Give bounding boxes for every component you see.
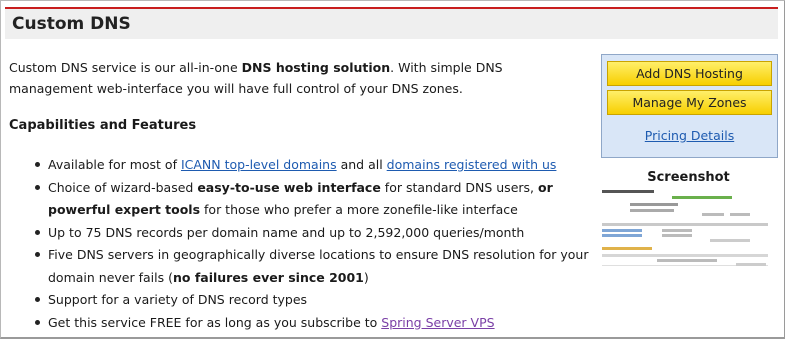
sidebar-actions: Add DNS Hosting Manage My Zones Pricing … xyxy=(601,54,778,158)
bullet-icon xyxy=(35,319,40,325)
item4-bold: no failures ever since 2001 xyxy=(172,269,364,285)
screenshot-thumbnail[interactable] xyxy=(602,187,768,266)
icann-tld-link[interactable]: ICANN top-level domains xyxy=(181,157,337,172)
thumb-line xyxy=(736,263,766,266)
thumb-line xyxy=(602,223,768,226)
bullet-icon xyxy=(35,162,40,167)
add-dns-hosting-button[interactable]: Add DNS Hosting xyxy=(607,61,772,86)
thumb-line xyxy=(602,234,642,237)
pricing-details-link[interactable]: Pricing Details xyxy=(645,128,734,143)
item2-bold1: easy-to-use web interface xyxy=(197,179,381,195)
item2-post: for those who prefer a more zonefile-lik… xyxy=(200,202,518,217)
list-item: Choice of wizard-based easy-to-use web i… xyxy=(9,177,594,222)
bullet-icon xyxy=(35,184,40,190)
thumb-line xyxy=(662,234,692,237)
bullet-icon xyxy=(35,297,40,302)
item2-mid: for standard DNS users, xyxy=(380,179,538,195)
list-item: Up to 75 DNS records per domain name and… xyxy=(9,222,594,245)
spring-server-vps-link[interactable]: Spring Server VPS xyxy=(381,315,494,330)
thumb-line xyxy=(657,259,717,262)
thumb-line xyxy=(602,229,642,232)
page-title: Custom DNS xyxy=(12,14,131,34)
manage-zones-button[interactable]: Manage My Zones xyxy=(607,90,772,115)
intro-text-1: Custom DNS service is our all-in-one xyxy=(9,60,242,75)
thumb-line xyxy=(630,203,678,206)
thumb-line xyxy=(602,247,652,250)
intro-bold: DNS hosting solution xyxy=(241,60,391,75)
item1-pre: Available for most of xyxy=(48,157,181,172)
thumb-line xyxy=(630,209,674,212)
intro-paragraph: Custom DNS service is our all-in-one DNS… xyxy=(9,57,569,99)
item5-text: Support for a variety of DNS record type… xyxy=(48,292,308,307)
item3-text: Up to 75 DNS records per domain name and… xyxy=(48,224,525,240)
thumb-line xyxy=(702,213,724,216)
item1-mid: and all xyxy=(336,157,387,172)
thumb-line xyxy=(710,239,750,242)
bullet-icon xyxy=(35,252,40,257)
thumb-line xyxy=(662,229,692,232)
item2-pre: Choice of wizard-based xyxy=(48,179,198,195)
title-bar: Custom DNS xyxy=(5,7,778,39)
bullet-icon xyxy=(35,229,40,235)
list-item: Get this service FREE for as long as you… xyxy=(9,312,594,335)
features-heading: Capabilities and Features xyxy=(9,118,197,133)
list-item: Available for most of ICANN top-level do… xyxy=(9,154,594,177)
thumb-line xyxy=(602,254,768,257)
thumb-line xyxy=(672,196,732,199)
thumb-line xyxy=(602,190,654,193)
pricing-container: Pricing Details xyxy=(602,128,777,143)
item6-pre: Get this service FREE for as long as you… xyxy=(48,314,382,330)
features-list: Available for most of ICANN top-level do… xyxy=(9,154,594,334)
screenshot-title: Screenshot xyxy=(647,170,730,185)
list-item: Support for a variety of DNS record type… xyxy=(9,289,594,312)
item4-post: ) xyxy=(363,269,369,285)
list-item: Five DNS servers in geographically diver… xyxy=(9,244,594,289)
thumb-line xyxy=(730,213,750,216)
registered-domains-link[interactable]: domains registered with us xyxy=(387,157,557,172)
